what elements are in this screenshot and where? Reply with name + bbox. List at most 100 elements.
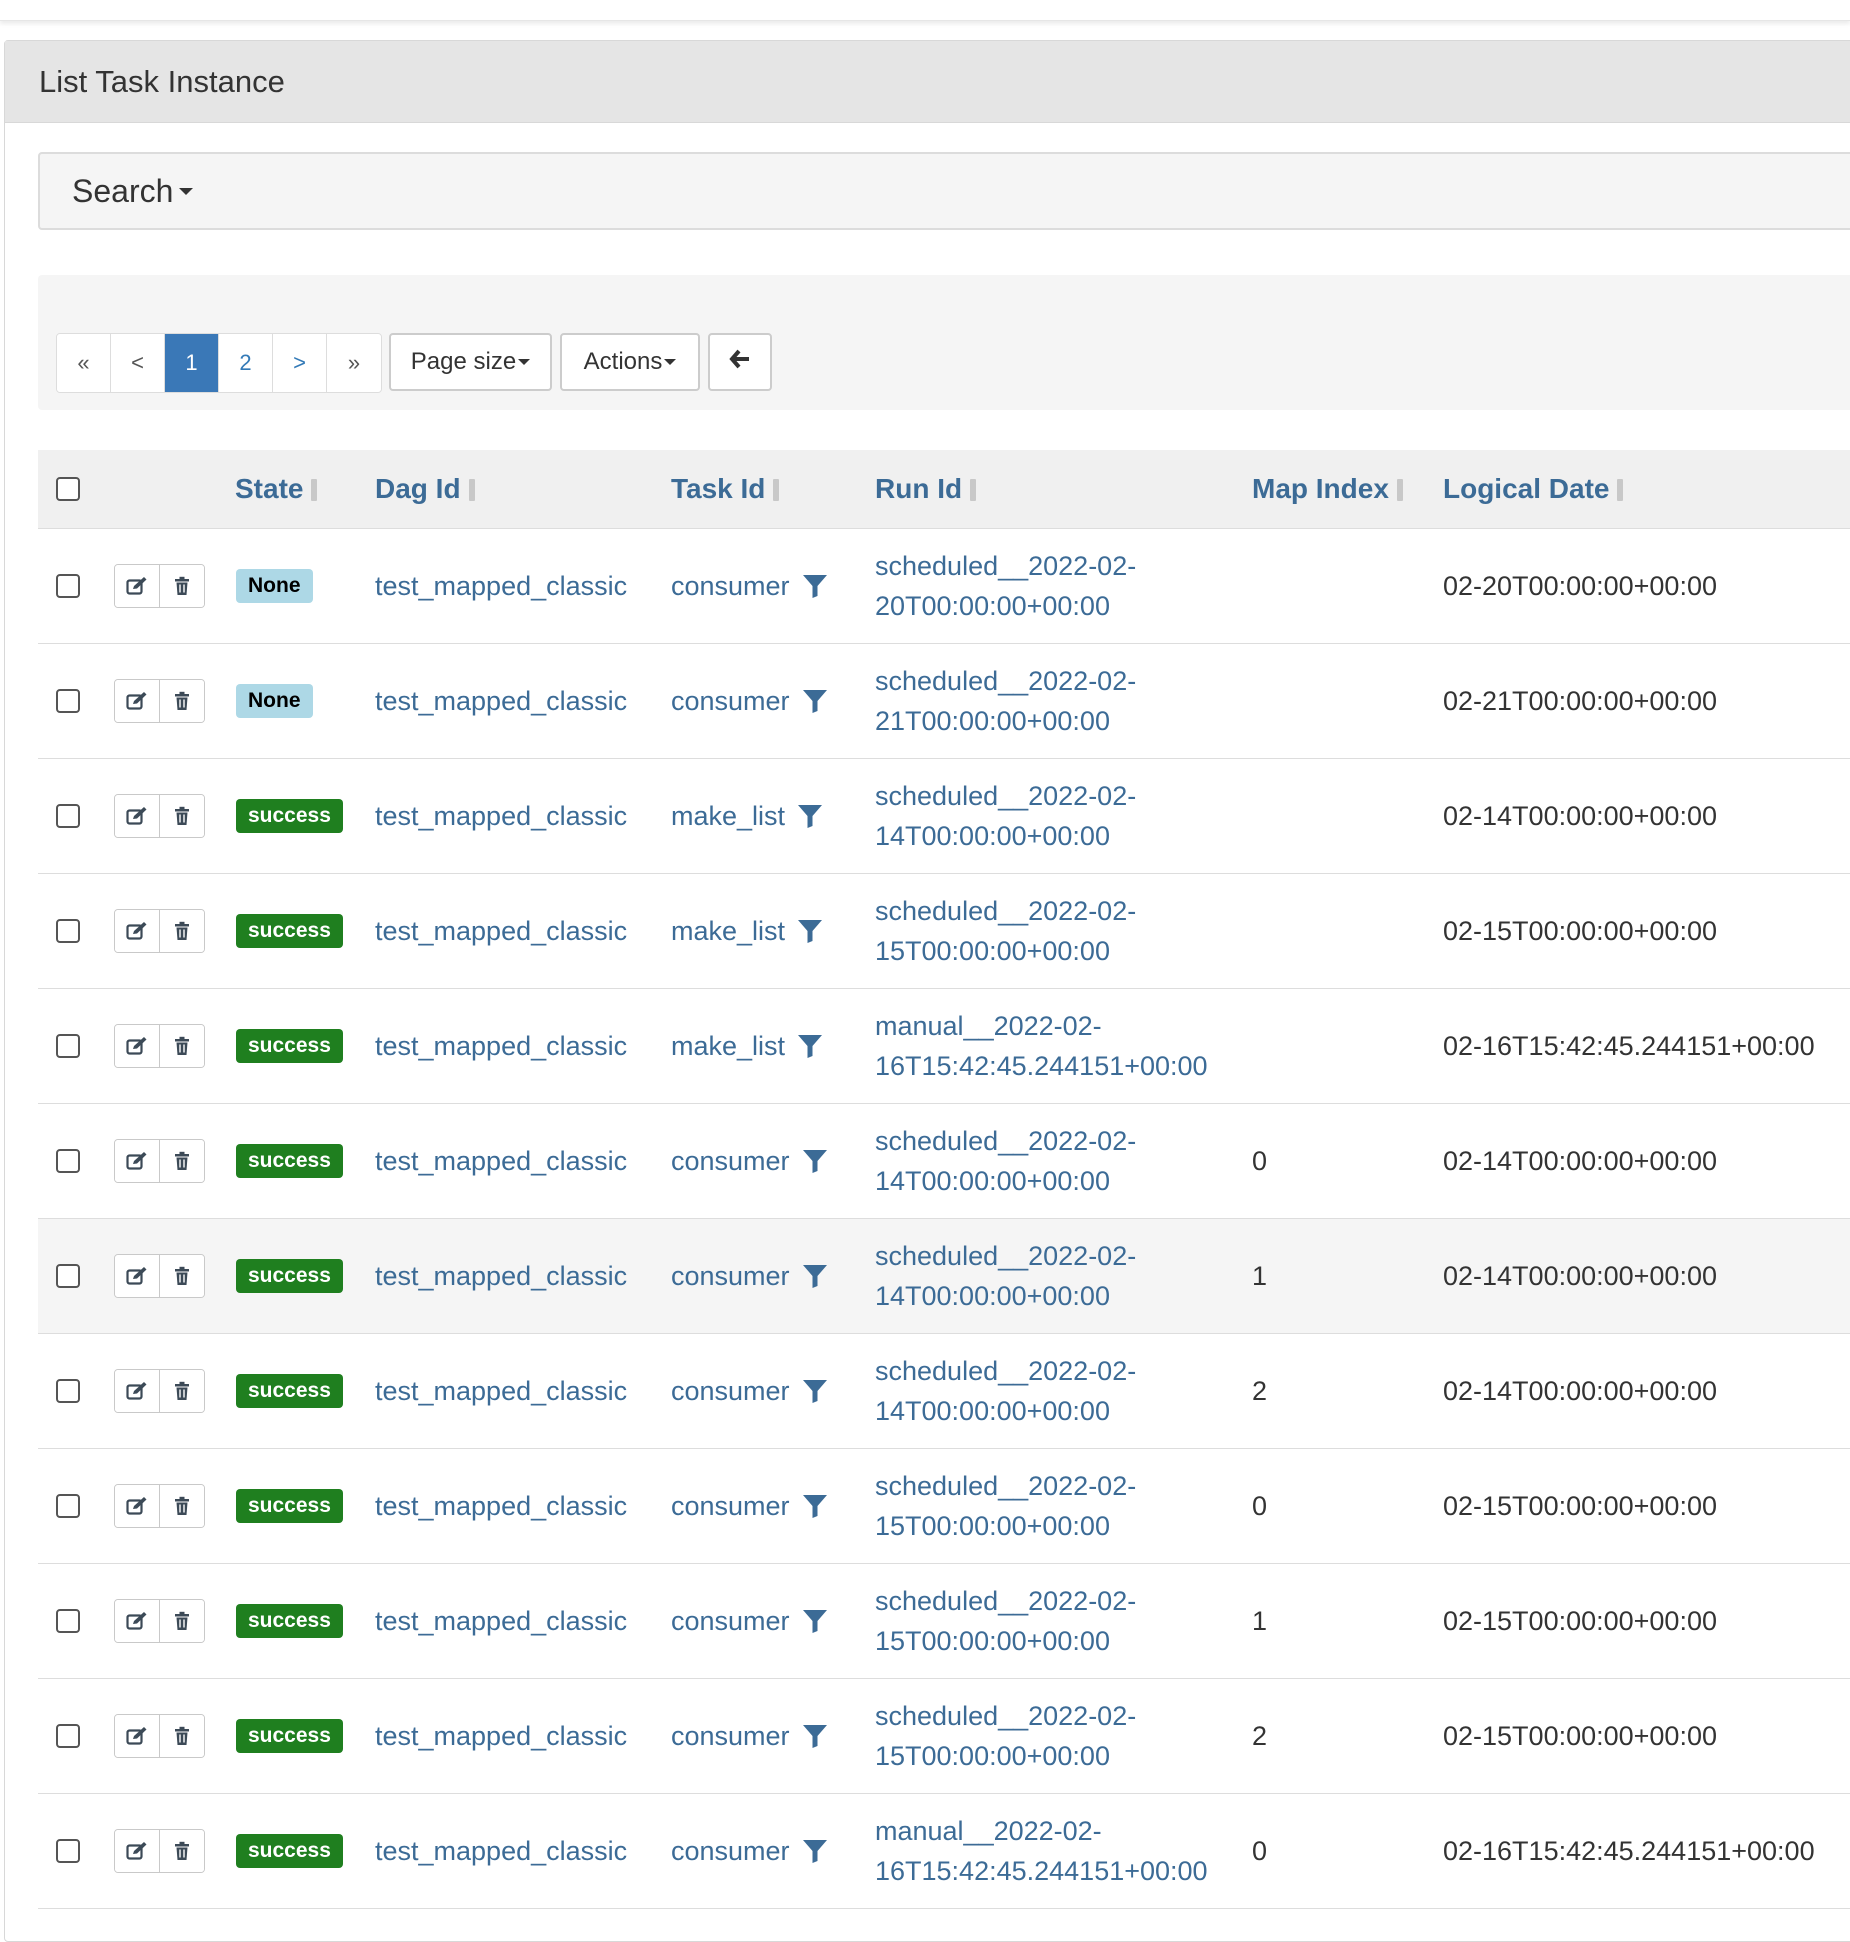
search-toggle[interactable]: Search xyxy=(38,152,1850,230)
page-2-button[interactable]: 2 xyxy=(219,334,273,392)
trash-icon[interactable] xyxy=(159,1140,204,1182)
dag-id-link[interactable]: test_mapped_classic xyxy=(375,1261,627,1292)
column-header-logical-date[interactable]: Logical Date xyxy=(1443,450,1624,528)
task-id-link[interactable]: consumer xyxy=(671,1146,790,1177)
run-id-link[interactable]: scheduled__2022-02- 15T00:00:00+00:00 xyxy=(875,1466,1136,1546)
page-1-button[interactable]: 1 xyxy=(165,334,219,392)
row-checkbox[interactable] xyxy=(56,1264,80,1288)
trash-icon[interactable] xyxy=(159,1600,204,1642)
edit-icon[interactable] xyxy=(115,1025,159,1067)
filter-icon[interactable] xyxy=(797,1033,823,1059)
dag-id-link[interactable]: test_mapped_classic xyxy=(375,801,627,832)
trash-icon[interactable] xyxy=(159,1715,204,1757)
row-checkbox[interactable] xyxy=(56,1149,80,1173)
trash-icon[interactable] xyxy=(159,910,204,952)
run-id-link[interactable]: scheduled__2022-02- 14T00:00:00+00:00 xyxy=(875,1121,1136,1201)
dag-id-link[interactable]: test_mapped_classic xyxy=(375,1031,627,1062)
task-id-link[interactable]: make_list xyxy=(671,916,785,947)
filter-icon[interactable] xyxy=(802,1838,828,1864)
run-id-link[interactable]: scheduled__2022-02- 21T00:00:00+00:00 xyxy=(875,661,1136,741)
dag-id-link[interactable]: test_mapped_classic xyxy=(375,1146,627,1177)
edit-icon[interactable] xyxy=(115,1255,159,1297)
task-id-link[interactable]: consumer xyxy=(671,1721,790,1752)
select-all-checkbox[interactable] xyxy=(56,477,80,501)
dag-id-link[interactable]: test_mapped_classic xyxy=(375,1836,627,1867)
run-id-link[interactable]: scheduled__2022-02- 20T00:00:00+00:00 xyxy=(875,546,1136,626)
trash-icon[interactable] xyxy=(159,1370,204,1412)
task-id-link[interactable]: consumer xyxy=(671,571,790,602)
run-id-link[interactable]: manual__2022-02- 16T15:42:45.244151+00:00 xyxy=(875,1006,1208,1086)
filter-icon[interactable] xyxy=(802,1263,828,1289)
back-button[interactable] xyxy=(708,333,772,391)
edit-icon[interactable] xyxy=(115,1370,159,1412)
run-id-link[interactable]: scheduled__2022-02- 15T00:00:00+00:00 xyxy=(875,891,1136,971)
column-header-map-index[interactable]: Map Index xyxy=(1252,450,1403,528)
page-size-button[interactable]: Page size xyxy=(389,333,552,391)
page-next-button[interactable]: > xyxy=(273,334,327,392)
row-checkbox[interactable] xyxy=(56,1034,80,1058)
trash-icon[interactable] xyxy=(159,565,204,607)
row-checkbox[interactable] xyxy=(56,1724,80,1748)
row-checkbox[interactable] xyxy=(56,919,80,943)
task-id-link[interactable]: consumer xyxy=(671,1491,790,1522)
column-header-dag-id[interactable]: Dag Id xyxy=(375,450,475,528)
row-checkbox[interactable] xyxy=(56,574,80,598)
column-header-state[interactable]: State xyxy=(235,450,318,528)
trash-icon[interactable] xyxy=(159,1255,204,1297)
task-id-link[interactable]: make_list xyxy=(671,801,785,832)
filter-icon[interactable] xyxy=(802,573,828,599)
dag-id-link[interactable]: test_mapped_classic xyxy=(375,686,627,717)
edit-icon[interactable] xyxy=(115,1715,159,1757)
task-id-link[interactable]: consumer xyxy=(671,1376,790,1407)
task-id-link[interactable]: consumer xyxy=(671,1836,790,1867)
dag-id-link[interactable]: test_mapped_classic xyxy=(375,571,627,602)
filter-icon[interactable] xyxy=(802,1493,828,1519)
edit-icon[interactable] xyxy=(115,1485,159,1527)
run-id-link[interactable]: scheduled__2022-02- 14T00:00:00+00:00 xyxy=(875,776,1136,856)
trash-icon[interactable] xyxy=(159,1830,204,1872)
dag-id-link[interactable]: test_mapped_classic xyxy=(375,1491,627,1522)
actions-button[interactable]: Actions xyxy=(560,333,700,391)
task-id-link[interactable]: consumer xyxy=(671,1261,790,1292)
task-id-link[interactable]: make_list xyxy=(671,1031,785,1062)
filter-icon[interactable] xyxy=(802,688,828,714)
edit-icon[interactable] xyxy=(115,565,159,607)
dag-id-link[interactable]: test_mapped_classic xyxy=(375,1606,627,1637)
filter-icon[interactable] xyxy=(797,918,823,944)
row-checkbox[interactable] xyxy=(56,804,80,828)
run-id-link[interactable]: scheduled__2022-02- 14T00:00:00+00:00 xyxy=(875,1351,1136,1431)
filter-icon[interactable] xyxy=(802,1608,828,1634)
trash-icon[interactable] xyxy=(159,680,204,722)
run-id-link[interactable]: manual__2022-02- 16T15:42:45.244151+00:00 xyxy=(875,1811,1208,1891)
edit-icon[interactable] xyxy=(115,1830,159,1872)
run-id-link[interactable]: scheduled__2022-02- 15T00:00:00+00:00 xyxy=(875,1581,1136,1661)
column-header-task-id[interactable]: Task Id xyxy=(671,450,780,528)
row-checkbox[interactable] xyxy=(56,1494,80,1518)
filter-icon[interactable] xyxy=(802,1378,828,1404)
row-checkbox[interactable] xyxy=(56,1839,80,1863)
edit-icon[interactable] xyxy=(115,1600,159,1642)
trash-icon[interactable] xyxy=(159,1485,204,1527)
row-checkbox[interactable] xyxy=(56,689,80,713)
dag-id-link[interactable]: test_mapped_classic xyxy=(375,1721,627,1752)
edit-icon[interactable] xyxy=(115,1140,159,1182)
filter-icon[interactable] xyxy=(802,1148,828,1174)
edit-icon[interactable] xyxy=(115,910,159,952)
trash-icon[interactable] xyxy=(159,795,204,837)
trash-icon[interactable] xyxy=(159,1025,204,1067)
filter-icon[interactable] xyxy=(797,803,823,829)
page-last-button[interactable]: » xyxy=(327,334,381,392)
row-checkbox[interactable] xyxy=(56,1609,80,1633)
task-id-link[interactable]: consumer xyxy=(671,686,790,717)
edit-icon[interactable] xyxy=(115,795,159,837)
edit-icon[interactable] xyxy=(115,680,159,722)
row-checkbox[interactable] xyxy=(56,1379,80,1403)
task-id-link[interactable]: consumer xyxy=(671,1606,790,1637)
dag-id-link[interactable]: test_mapped_classic xyxy=(375,1376,627,1407)
run-id-link[interactable]: scheduled__2022-02- 15T00:00:00+00:00 xyxy=(875,1696,1136,1776)
page-prev-button[interactable]: < xyxy=(111,334,165,392)
dag-id-link[interactable]: test_mapped_classic xyxy=(375,916,627,947)
column-header-run-id[interactable]: Run Id xyxy=(875,450,977,528)
filter-icon[interactable] xyxy=(802,1723,828,1749)
run-id-link[interactable]: scheduled__2022-02- 14T00:00:00+00:00 xyxy=(875,1236,1136,1316)
